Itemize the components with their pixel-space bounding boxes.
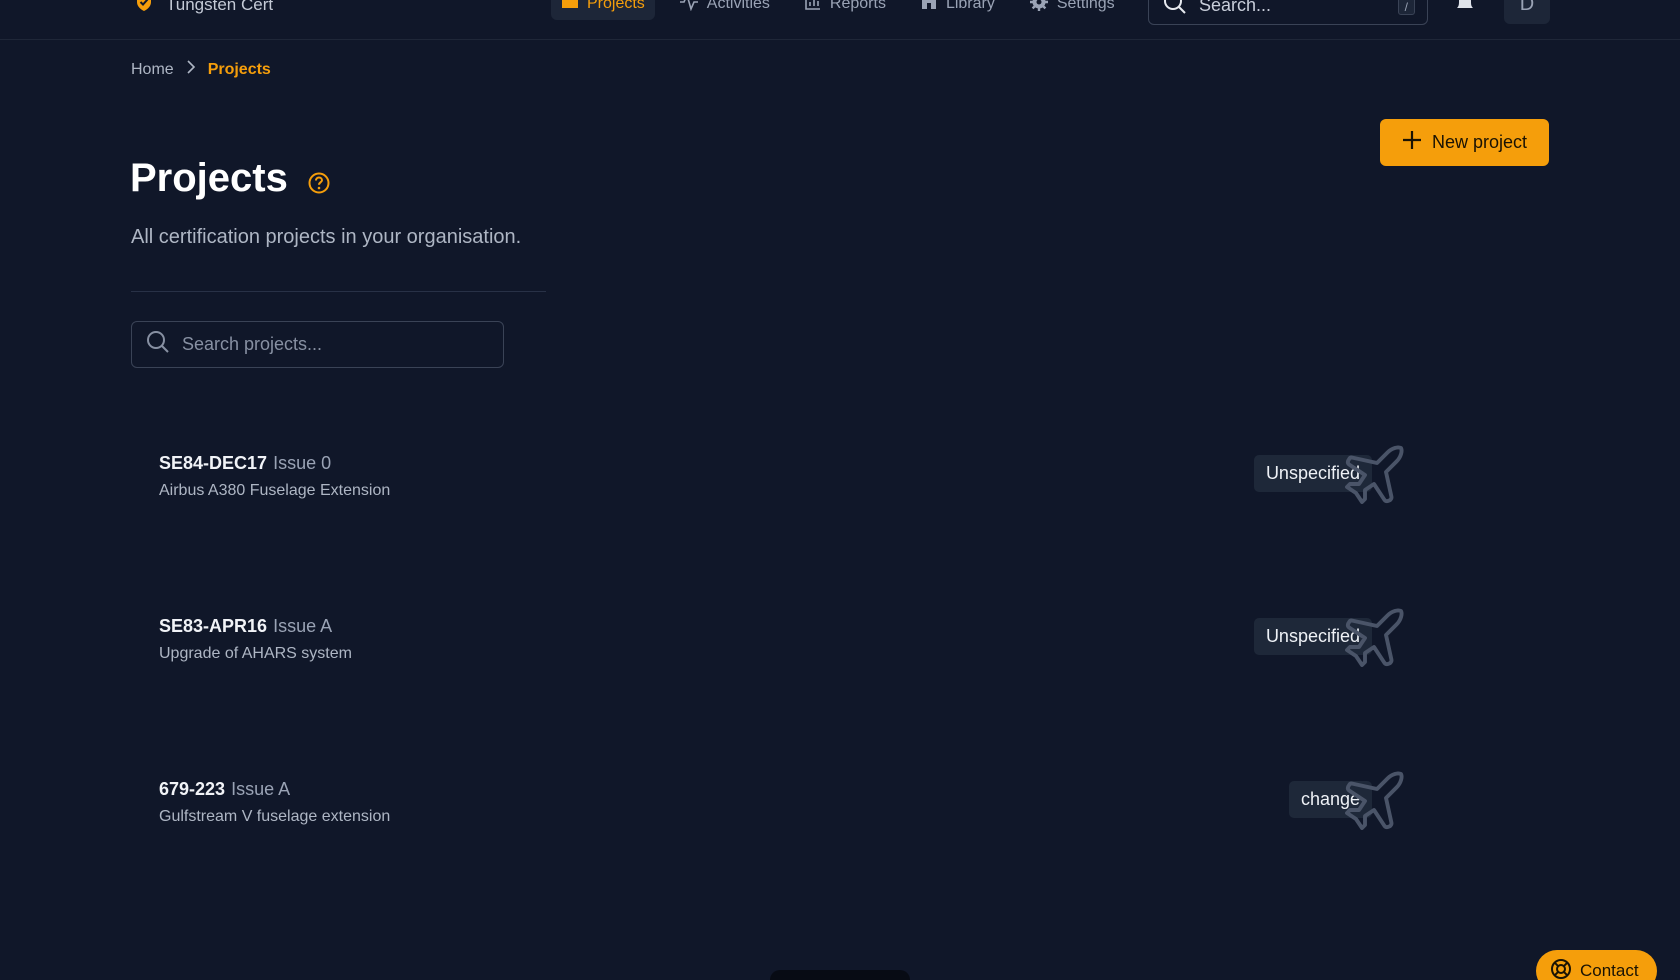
header-divider xyxy=(131,291,546,292)
project-description: Airbus A380 Fuselage Extension xyxy=(159,482,391,499)
lifebuoy-icon xyxy=(1550,958,1572,980)
bottom-toolbar-pill[interactable] xyxy=(770,970,910,980)
project-issue: Issue 0 xyxy=(273,453,332,473)
nav-item-label: Projects xyxy=(587,0,645,12)
breadcrumb-home[interactable]: Home xyxy=(131,61,174,79)
project-search[interactable] xyxy=(131,321,504,368)
project-id: SE83-APR16 xyxy=(159,616,268,636)
global-search[interactable]: Search... / xyxy=(1148,0,1428,25)
search-shortcut-key: / xyxy=(1397,0,1415,15)
project-issue: Issue A xyxy=(231,779,291,799)
project-row[interactable]: 679-223 Issue A Gulfstream V fuselage ext… xyxy=(131,727,1520,877)
help-icon[interactable] xyxy=(308,172,330,199)
contact-button[interactable]: Contact xyxy=(1536,950,1657,980)
activity-icon xyxy=(679,0,699,16)
airplane-icon xyxy=(1338,765,1410,842)
page-title: Projects xyxy=(130,156,288,200)
bell-icon[interactable] xyxy=(1453,0,1477,19)
nav-item-label: Activities xyxy=(706,0,770,12)
nav-item-label: Settings xyxy=(1056,0,1115,12)
search-icon xyxy=(1163,0,1187,20)
project-description: Gulfstream V fuselage extension xyxy=(159,808,391,825)
page-subtitle: All certification projects in your organ… xyxy=(131,226,522,248)
new-project-label: New project xyxy=(1431,132,1528,152)
contact-label: Contact xyxy=(1580,961,1639,980)
project-id: SE84-DEC17 xyxy=(159,453,268,473)
chevron-right-icon xyxy=(186,60,196,79)
new-project-button[interactable]: New project xyxy=(1380,119,1549,166)
shield-check-icon xyxy=(134,0,154,17)
project-row[interactable]: SE83-APR16 Issue A Upgrade of AHARS syste… xyxy=(131,564,1520,714)
nav-item-library[interactable]: Library xyxy=(910,0,1005,20)
library-icon xyxy=(920,0,938,16)
folder-icon xyxy=(561,0,579,15)
breadcrumb-current: Projects xyxy=(207,60,271,78)
global-search-placeholder: Search... xyxy=(1199,0,1272,15)
project-id: 679-223 xyxy=(159,779,226,799)
nav-item-label: Reports xyxy=(829,0,886,12)
user-avatar[interactable]: D xyxy=(1504,0,1550,24)
nav-item-label: Library xyxy=(945,0,995,12)
project-search-input[interactable] xyxy=(182,334,482,355)
airplane-icon xyxy=(1338,602,1410,679)
plus-icon xyxy=(1402,130,1422,155)
nav-item-projects[interactable]: Projects xyxy=(551,0,655,20)
breadcrumb: Home Projects xyxy=(131,60,271,79)
gear-icon xyxy=(1029,0,1049,17)
bar-chart-icon xyxy=(804,0,822,16)
airplane-icon xyxy=(1338,439,1410,516)
project-row[interactable]: SE84-DEC17 Issue 0 Airbus A380 Fuselage E… xyxy=(131,401,1520,551)
project-issue: Issue A xyxy=(273,616,333,636)
app-name: Tungsten Cert xyxy=(166,0,274,14)
nav-item-reports[interactable]: Reports xyxy=(794,0,896,20)
nav-item-settings[interactable]: Settings xyxy=(1019,0,1125,20)
search-icon xyxy=(146,330,170,359)
project-description: Upgrade of AHARS system xyxy=(159,645,352,662)
main-nav: Projects Activities Reports Library Sett… xyxy=(551,0,1125,20)
brand[interactable]: Tungsten Cert xyxy=(134,0,273,17)
nav-item-activities[interactable]: Activities xyxy=(669,0,780,20)
top-navigation-bar: Tungsten Cert Projects Activities Report… xyxy=(0,0,1680,40)
